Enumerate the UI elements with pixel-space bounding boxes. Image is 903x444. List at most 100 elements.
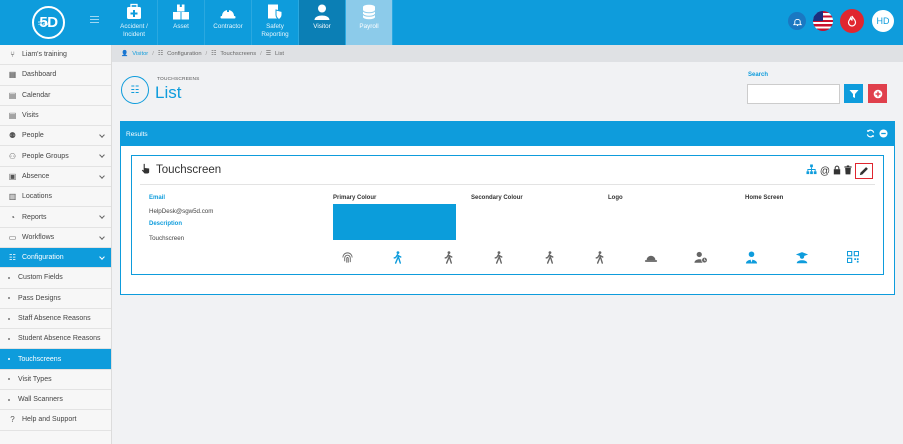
user-icon <box>313 3 331 21</box>
primary-colour-label: Primary Colour <box>333 195 377 201</box>
card-actions: @ <box>806 163 873 179</box>
sidebar-subitem-staff-absence[interactable]: Staff Absence Reasons <box>0 309 111 330</box>
secondary-colour-label: Secondary Colour <box>471 195 523 201</box>
breadcrumb-separator: / <box>205 50 208 57</box>
bullet-icon <box>8 297 10 300</box>
results-header: Results <box>121 122 894 146</box>
collapse-icon[interactable] <box>879 129 888 138</box>
edit-button[interactable] <box>855 163 873 179</box>
page-title: List <box>155 83 182 102</box>
shield-check-icon <box>266 3 284 21</box>
sidebar-item-calendar[interactable]: ▤ Calendar <box>0 86 111 106</box>
add-button[interactable] <box>868 84 887 103</box>
sidebar-item-label: Reports <box>22 213 47 221</box>
bullet-icon <box>8 276 10 279</box>
logo-label: Logo <box>608 195 623 201</box>
bullet-icon <box>8 317 10 320</box>
filter-button[interactable] <box>844 84 863 103</box>
walking-person-icon <box>391 250 405 264</box>
sidebar-item-people[interactable]: ⚉ People <box>0 126 111 147</box>
module-contractor[interactable]: Contractor <box>205 0 252 45</box>
sidebar-item-label: Workflows <box>22 233 55 241</box>
sidebar-item-locations[interactable]: ▥ Locations <box>0 187 111 208</box>
reports-icon: ◔ <box>10 212 15 222</box>
absence-icon: ▣ <box>8 171 17 181</box>
walking-person-icon <box>492 250 506 264</box>
calendar-icon: ▤ <box>8 90 17 100</box>
module-safety-reporting[interactable]: Safety Reporting <box>252 0 299 45</box>
at-icon[interactable]: @ <box>820 166 830 177</box>
sidebar-item-configuration[interactable]: ☷ Configuration <box>0 247 111 269</box>
breadcrumb-visitor[interactable]: Visitor <box>132 51 148 57</box>
app-logo[interactable]: SGW 5D <box>32 6 65 39</box>
sidebar-item-absence[interactable]: ▣ Absence <box>0 167 111 188</box>
sidebar-subitem-student-absence[interactable]: Student Absence Reasons <box>0 329 111 350</box>
network-icon[interactable] <box>806 164 817 178</box>
chevron-down-icon <box>99 152 105 159</box>
sidebar-item-people-groups[interactable]: ⚇ People Groups <box>0 146 111 167</box>
chevron-down-icon <box>99 213 105 220</box>
refresh-icon[interactable] <box>866 129 875 138</box>
walking-person-icon <box>593 250 607 264</box>
search-input[interactable] <box>747 84 840 104</box>
coins-icon <box>360 3 378 21</box>
sidebar-subitem-touchscreens[interactable]: Touchscreens <box>0 349 111 370</box>
sidebar-item-training[interactable]: ⑂ Liam's training <box>0 45 111 66</box>
top-bar: SGW 5D Accident / Incident Asset Contrac… <box>0 0 903 45</box>
description-label: Description <box>149 221 183 227</box>
sidebar-item-label: Calendar <box>22 91 51 99</box>
sidebar-item-label: Visits <box>22 112 39 120</box>
sidebar-item-help[interactable]: ? Help and Support <box>0 410 111 431</box>
breadcrumb-config-icon: ☷ <box>157 50 164 57</box>
module-asset[interactable]: Asset <box>158 0 205 45</box>
results-title: Results <box>126 130 148 138</box>
sidebar-item-label: Student Absence Reasons <box>18 335 101 343</box>
us-flag-icon[interactable] <box>813 11 833 31</box>
sidebar-item-dashboard[interactable]: ▦ Dashboard <box>0 65 111 86</box>
search-label: Search <box>748 72 769 78</box>
sidebar-item-label: Wall Scanners <box>18 396 63 404</box>
breadcrumb-list-icon: ☰ <box>265 50 271 57</box>
trash-icon[interactable] <box>844 164 852 178</box>
logo-sub: SGW <box>38 21 49 27</box>
card-divider <box>140 184 875 185</box>
user-avatar[interactable]: HD <box>871 9 895 33</box>
breadcrumb-configuration[interactable]: Configuration <box>167 51 201 57</box>
breadcrumb-separator: / <box>152 50 154 57</box>
sidebar-item-label: Staff Absence Reasons <box>18 315 91 322</box>
visits-icon: ▤ <box>8 111 17 121</box>
sidebar-item-reports[interactable]: ◔ Reports <box>0 207 111 228</box>
page-icon: ☷ <box>121 76 149 104</box>
help-icon: ? <box>10 415 15 425</box>
sidebar-item-visits[interactable]: ▤ Visits <box>0 106 111 127</box>
module-label: Payroll <box>359 23 379 30</box>
pencil-icon <box>859 167 868 176</box>
card-title-row: Touchscreen <box>140 163 221 177</box>
menu-toggle-icon[interactable] <box>90 16 99 23</box>
fire-drill-icon[interactable] <box>840 9 864 33</box>
breadcrumb-user-icon: 👤 <box>121 50 129 57</box>
first-aid-icon <box>125 3 143 21</box>
filter-icon <box>849 89 858 98</box>
pointer-hand-icon <box>140 163 151 177</box>
sidebar-subitem-custom-fields[interactable]: Custom Fields <box>0 268 111 289</box>
sidebar-item-workflows[interactable]: ▭ Workflows <box>0 228 111 248</box>
sidebar-subitem-visit-types[interactable]: Visit Types <box>0 370 111 391</box>
sidebar-subitem-pass-designs[interactable]: Pass Designs <box>0 289 111 309</box>
sidebar-item-label: Liam's training <box>22 51 67 59</box>
sidebar-item-label: Pass Designs <box>18 294 61 302</box>
bullet-icon <box>8 398 10 401</box>
home-screen-icons <box>340 250 860 264</box>
bell-icon[interactable] <box>788 12 806 30</box>
module-accident-incident[interactable]: Accident / Incident <box>111 0 158 45</box>
chevron-down-icon <box>99 172 105 179</box>
graduate-icon <box>795 250 809 264</box>
breadcrumb-touchscreens[interactable]: Touchscreens <box>220 51 256 57</box>
module-payroll[interactable]: Payroll <box>346 0 393 45</box>
module-visitor[interactable]: Visitor <box>299 0 346 45</box>
lock-icon[interactable] <box>833 165 841 178</box>
sidebar-subitem-wall-scanners[interactable]: Wall Scanners <box>0 390 111 411</box>
sidebar-item-label: Touchscreens <box>18 355 62 363</box>
qr-code-icon <box>846 250 860 264</box>
bullet-icon <box>8 378 10 381</box>
